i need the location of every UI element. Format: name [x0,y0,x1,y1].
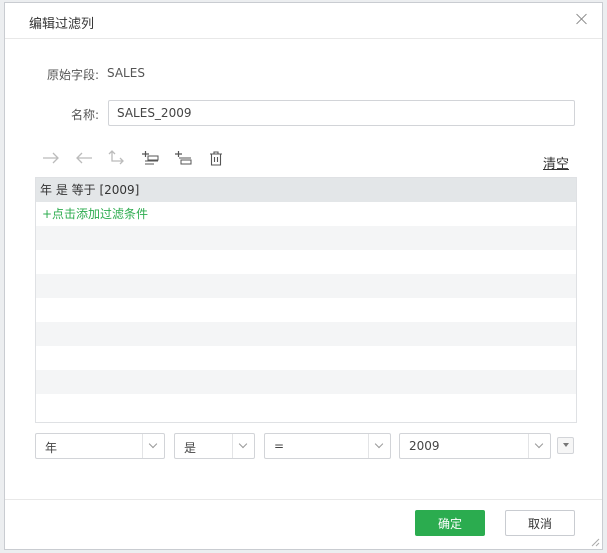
empty-row [36,370,576,394]
dialog-title: 编辑过滤列 [29,17,95,32]
empty-row [36,250,576,274]
empty-row [36,322,576,346]
indent-right-button[interactable] [39,148,63,168]
chevron-down-icon [528,434,550,458]
chevron-down-icon [232,434,254,458]
field-select-value: 年 [45,441,58,455]
condition-list: 年 是 等于 [2009] +点击添加过滤条件 [35,177,577,423]
name-label: 名称: [71,108,100,122]
value-select[interactable]: 2009 [399,433,551,459]
edit-filter-column-dialog: 编辑过滤列 原始字段: SALES 名称: 清空 年 是 等于 [2009] +… [4,2,603,550]
value-select-value: 2009 [409,439,440,453]
compare-select[interactable]: = [264,433,391,459]
source-field-label: 原始字段: [47,68,100,82]
empty-row [36,298,576,322]
field-select[interactable]: 年 [35,433,165,459]
operator-select[interactable]: 是 [174,433,255,459]
condition-toolbar [39,147,228,169]
dialog-titlebar: 编辑过滤列 [5,3,602,39]
name-input[interactable] [108,100,575,126]
empty-row [36,226,576,250]
arrow-left-icon [76,152,92,164]
ok-button[interactable]: 确定 [415,510,485,536]
arrow-right-icon [43,152,59,164]
insert-below-button[interactable] [171,148,195,168]
dialog-footer: 确定 取消 [5,499,602,549]
wrap-icon [108,150,124,165]
clear-link[interactable]: 清空 [543,153,569,172]
close-icon[interactable] [574,11,590,27]
resize-grip-icon[interactable] [590,537,600,547]
insert-below-icon [175,151,192,165]
trash-icon [210,150,222,166]
value-type-dropdown[interactable] [557,437,574,454]
delete-button[interactable] [204,148,228,168]
insert-above-icon [142,151,159,165]
source-field-value: SALES [107,66,145,80]
empty-row [36,394,576,418]
indent-left-button[interactable] [72,148,96,168]
empty-row [36,346,576,370]
add-condition-link[interactable]: +点击添加过滤条件 [36,202,576,226]
operator-select-value: 是 [184,441,197,455]
chevron-down-icon [368,434,390,458]
condition-row[interactable]: 年 是 等于 [2009] [36,178,576,202]
chevron-down-icon [142,434,164,458]
compare-select-value: = [274,439,285,453]
cancel-button[interactable]: 取消 [505,510,575,536]
empty-row [36,274,576,298]
wrap-button[interactable] [105,148,129,168]
insert-above-button[interactable] [138,148,162,168]
